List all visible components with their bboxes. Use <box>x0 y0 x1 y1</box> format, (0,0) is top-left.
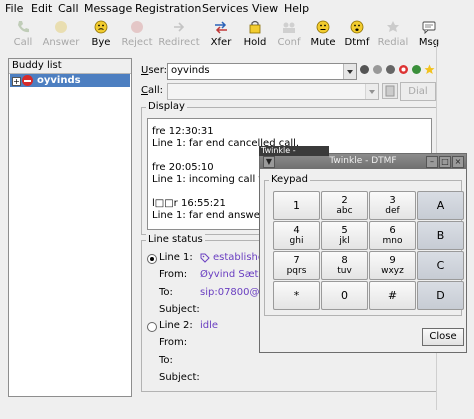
phone-answer-icon <box>54 20 68 34</box>
msg-button[interactable]: Msg <box>408 18 450 52</box>
key-9[interactable]: 9 wxyz <box>369 251 416 280</box>
key-5[interactable]: 5 jkl <box>321 221 368 250</box>
key-a[interactable]: A <box>417 191 464 220</box>
user-select[interactable]: oyvinds <box>167 63 357 80</box>
key-hash[interactable]: # <box>369 281 416 310</box>
key-6[interactable]: 6 mno <box>369 221 416 250</box>
call-button[interactable]: Call <box>2 18 44 52</box>
display-line: l□□r 16:55:21 <box>152 198 226 209</box>
display-line: Line 1: far end answered <box>152 210 277 221</box>
redirect-button[interactable]: Redirect <box>158 18 200 52</box>
address-book-button[interactable] <box>382 83 398 99</box>
buddy-list: Buddy list + oyvinds <box>8 58 132 397</box>
transfer-icon <box>214 20 228 34</box>
minimize-icon[interactable]: – <box>426 156 438 168</box>
line-1-label: Line 1: <box>159 252 193 263</box>
redial-icon <box>386 20 400 34</box>
key-star[interactable]: * <box>273 281 320 310</box>
key-d[interactable]: D <box>417 281 464 310</box>
key-0[interactable]: 0 <box>321 281 368 310</box>
mute-icon <box>316 20 330 34</box>
reject-icon <box>130 20 144 34</box>
auto-answer-icon[interactable] <box>372 64 383 75</box>
line-1-to-label: To: <box>159 287 173 298</box>
menu-view[interactable]: View <box>252 3 278 15</box>
key-2[interactable]: 2 abc <box>321 191 368 220</box>
buddy-name: oyvinds <box>37 75 81 86</box>
dial-button[interactable]: Dial <box>400 82 436 101</box>
line-1-subject-label: Subject: <box>159 304 200 315</box>
key-7[interactable]: 7 pqrs <box>273 251 320 280</box>
registration-status-icon[interactable] <box>411 64 422 75</box>
key-c[interactable]: C <box>417 251 464 280</box>
dtmf-icon <box>350 20 364 34</box>
toolbar: Call Answer Bye Reject Redirect Xfer Hol… <box>0 18 474 52</box>
display-line: fre 20:05:10 <box>152 162 214 173</box>
key-4[interactable]: 4 ghi <box>273 221 320 250</box>
address-book-icon <box>385 85 395 97</box>
hold-icon <box>248 20 262 34</box>
line-2-from-label: From: <box>159 337 188 348</box>
call-address-input[interactable] <box>167 83 379 100</box>
close-icon[interactable]: × <box>452 156 464 168</box>
menu-message[interactable]: Message <box>84 3 132 15</box>
chevron-down-icon[interactable] <box>343 64 356 79</box>
dtmf-titlebar[interactable]: ▼ Twinkle - DTMF – □ × <box>260 154 466 169</box>
phone-call-icon <box>16 20 30 34</box>
buddy-list-item[interactable]: + oyvinds <box>10 74 130 87</box>
answer-button[interactable]: Answer <box>40 18 82 52</box>
reject-button[interactable]: Reject <box>116 18 158 52</box>
chevron-down-icon[interactable] <box>365 84 378 99</box>
redirect-status-icon[interactable] <box>385 64 396 75</box>
menu-edit[interactable]: Edit <box>31 3 52 15</box>
dtmf-dialog: ▼ Twinkle - DTMF – □ × Keypad 1 2 abc 3 de… <box>259 153 467 353</box>
key-3[interactable]: 3 def <box>369 191 416 220</box>
conference-icon <box>282 20 296 34</box>
user-label: User: <box>141 65 167 76</box>
close-button[interactable]: Close <box>422 328 464 346</box>
line-2-state: idle <box>200 320 219 331</box>
presence-star-icon[interactable] <box>424 64 435 75</box>
buddy-list-header: Buddy list <box>9 59 131 74</box>
line-2-label: Line 2: <box>159 320 193 331</box>
menu-call[interactable]: Call <box>58 3 79 15</box>
menu-bar: File Edit Call Message Registration Serv… <box>0 0 474 18</box>
menu-registration[interactable]: Registration <box>135 3 201 15</box>
hangup-face-icon <box>94 20 108 34</box>
line-2-to-label: To: <box>159 355 173 366</box>
voicemail-icon[interactable] <box>398 64 409 75</box>
redirect-icon <box>172 20 186 34</box>
key-b[interactable]: B <box>417 221 464 250</box>
offline-status-icon <box>22 75 33 86</box>
line-1-from-label: From: <box>159 269 188 280</box>
call-label: Call: <box>141 85 164 96</box>
line-2-subject-label: Subject: <box>159 372 200 383</box>
maximize-icon[interactable]: □ <box>439 156 451 168</box>
established-tag-icon <box>200 253 210 263</box>
line-2-radio[interactable] <box>147 322 157 332</box>
key-8[interactable]: 8 tuv <box>321 251 368 280</box>
taskbar-tooltip: Twinkle - <box>259 146 329 156</box>
message-icon <box>422 20 436 34</box>
menu-services[interactable]: Services <box>202 3 248 15</box>
expand-icon[interactable]: + <box>12 77 21 86</box>
menu-file[interactable]: File <box>5 3 23 15</box>
dnd-icon[interactable] <box>359 64 370 75</box>
line-1-radio[interactable] <box>147 254 157 264</box>
key-1[interactable]: 1 <box>273 191 320 220</box>
display-line: fre 12:30:31 <box>152 126 214 137</box>
menu-help[interactable]: Help <box>284 3 309 15</box>
